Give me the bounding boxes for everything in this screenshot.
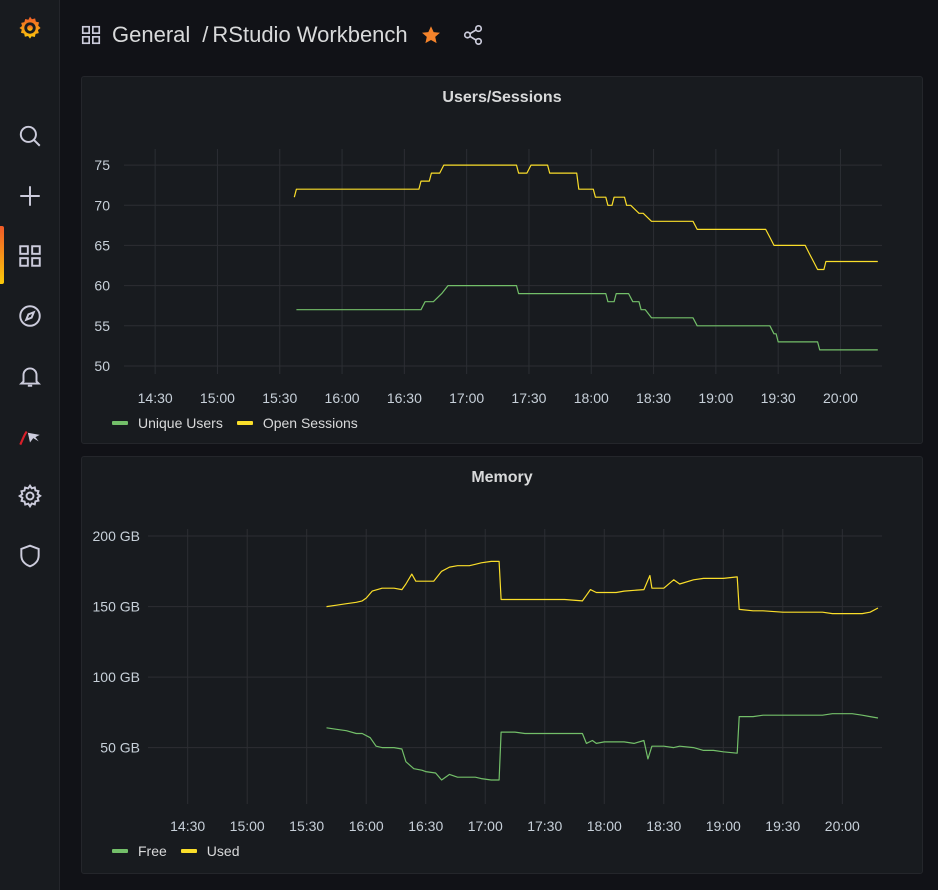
users-sessions-panel: Users/Sessions 14:30 15:00 15:30 16:00 16:30… [81,76,923,444]
x-tick-label: 18:00 [574,390,609,406]
y-tick-label: 75 [94,157,110,173]
memory-chart[interactable]: 14:30 15:00 15:30 16:00 16:30 17:00 17:30 18:00… [82,457,922,873]
x-tick-label: 16:30 [387,390,422,406]
legend-swatch [236,421,253,425]
dashboard-title[interactable]: RStudio Workbench [212,22,407,48]
x-tick-label: 17:30 [511,390,546,406]
sidebar [0,0,60,890]
legend-swatch [112,421,128,425]
grafana-logo-icon[interactable] [0,6,60,50]
y-tick-label: 150 GB [93,599,140,615]
legend-label: Unique Users [138,415,223,431]
legend-item-open-sessions[interactable]: Open Sessions [236,415,358,431]
y-tick-label: 100 GB [93,669,140,685]
legend-label: Open Sessions [262,415,358,431]
x-tick-label: 19:30 [761,390,796,406]
dashboards-icon[interactable] [0,234,60,278]
x-tick-label: 14:30 [170,818,205,834]
y-tick-label: 70 [94,197,110,213]
explore-icon[interactable] [0,294,60,338]
shield-icon[interactable] [0,534,60,578]
legend-item-used[interactable]: Used [180,843,240,859]
legend-item-unique-users[interactable]: Unique Users [112,415,223,431]
legend: Unique Users Open Sessions [112,415,372,431]
x-tick-label: 18:30 [636,390,671,406]
y-tick-label: 60 [94,278,110,294]
x-tick-label: 18:00 [587,818,622,834]
series-line-open-sessions[interactable] [293,164,878,271]
legend-swatch [112,849,128,853]
plus-icon[interactable] [0,174,60,218]
gear-icon[interactable] [0,474,60,518]
share-icon[interactable] [462,24,484,46]
y-tick-label: 200 GB [93,528,140,544]
x-tick-label: 19:30 [765,818,800,834]
dashboard-header: General / RStudio Workbench [60,0,938,70]
x-tick-label: 19:00 [698,390,733,406]
y-tick-label: 55 [94,318,110,334]
search-icon[interactable] [0,114,60,158]
x-tick-label: 14:30 [138,390,173,406]
x-tick-label: 19:00 [706,818,741,834]
y-tick-label: 50 GB [100,740,140,756]
x-tick-label: 15:00 [230,818,265,834]
x-tick-label: 17:00 [449,390,484,406]
x-tick-label: 20:00 [825,818,860,834]
x-tick-label: 17:00 [468,818,503,834]
series-line-unique-users[interactable] [296,285,878,351]
legend-swatch [180,849,197,853]
series-line-free[interactable] [326,713,879,781]
dashboards-icon [81,25,101,45]
x-tick-label: 17:30 [527,818,562,834]
bell-icon[interactable] [0,354,60,398]
x-tick-label: 15:30 [262,390,297,406]
legend-item-free[interactable]: Free [112,843,167,859]
x-tick-label: 18:30 [646,818,681,834]
series-line-used[interactable] [326,560,879,615]
y-tick-label: 50 [94,358,110,374]
x-tick-label: 15:30 [289,818,324,834]
legend-label: Free [138,843,167,859]
x-tick-label: 16:30 [408,818,443,834]
memory-panel: Memory 14:30 15:00 15:30 16:00 16:30 17:00 17:… [81,456,923,874]
x-tick-label: 20:00 [823,390,858,406]
users-sessions-chart[interactable]: 14:30 15:00 15:30 16:00 16:30 17:00 17:30 18:00… [82,77,922,443]
legend: Free Used [112,843,253,859]
star-icon[interactable] [420,24,442,46]
breadcrumb-folder[interactable]: General [112,22,190,48]
x-tick-label: 15:00 [200,390,235,406]
x-tick-label: 16:00 [349,818,384,834]
rstudio-logo-icon[interactable] [0,414,60,458]
legend-label: Used [206,843,240,859]
x-tick-label: 16:00 [325,390,360,406]
y-tick-label: 65 [94,237,110,253]
breadcrumb-separator: / [202,22,209,47]
